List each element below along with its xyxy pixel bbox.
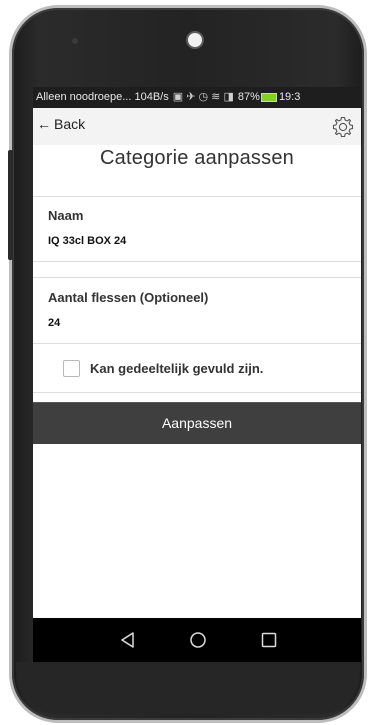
- front-camera: [188, 33, 202, 47]
- phone-sensor: [72, 38, 78, 44]
- phone-screen: Alleen noodroepe... 104B/s ▣ ✈ ◷ ≋ ◨ 87%…: [33, 87, 361, 662]
- divider: [33, 392, 361, 393]
- status-icons: ▣ ✈ ◷ ≋ ◨: [172, 91, 234, 103]
- side-button: [8, 150, 13, 260]
- battery-icon: [260, 92, 277, 102]
- status-speed: 104B/s: [134, 91, 169, 103]
- back-button[interactable]: ← Back: [37, 116, 85, 132]
- bottles-field[interactable]: 24: [48, 317, 60, 329]
- divider: [33, 196, 361, 197]
- partial-fill-checkbox[interactable]: [63, 359, 80, 377]
- gear-icon[interactable]: [331, 115, 355, 139]
- back-arrow-icon: ←: [37, 116, 51, 132]
- submit-button[interactable]: Aanpassen: [33, 402, 361, 444]
- name-label: Naam: [48, 208, 84, 223]
- partial-fill-checkbox-row[interactable]: Kan gedeeltelijk gevuld zijn.: [63, 358, 263, 378]
- phone-bottom-bezel: [16, 662, 360, 714]
- divider: [33, 277, 361, 278]
- page-title: Categorie aanpassen: [100, 147, 294, 169]
- partial-fill-label: Kan gedeeltelijk gevuld zijn.: [90, 360, 264, 376]
- bottles-label: Aantal flessen (Optioneel): [48, 290, 209, 305]
- status-battery-pct: 87%: [237, 91, 260, 103]
- nav-home-icon[interactable]: [188, 630, 208, 650]
- status-carrier: Alleen noodroepe...: [36, 91, 132, 103]
- android-nav-bar: [33, 618, 361, 662]
- status-bar: Alleen noodroepe... 104B/s ▣ ✈ ◷ ≋ ◨ 87%…: [33, 87, 361, 108]
- action-bar: ← Back: [33, 108, 361, 145]
- divider: [33, 343, 361, 344]
- nav-recents-icon[interactable]: [259, 630, 279, 650]
- nav-back-icon[interactable]: [118, 630, 138, 650]
- name-field[interactable]: IQ 33cl BOX 24: [48, 235, 126, 247]
- divider: [33, 261, 361, 262]
- back-label: Back: [54, 116, 86, 132]
- status-time: 19:3: [278, 91, 301, 103]
